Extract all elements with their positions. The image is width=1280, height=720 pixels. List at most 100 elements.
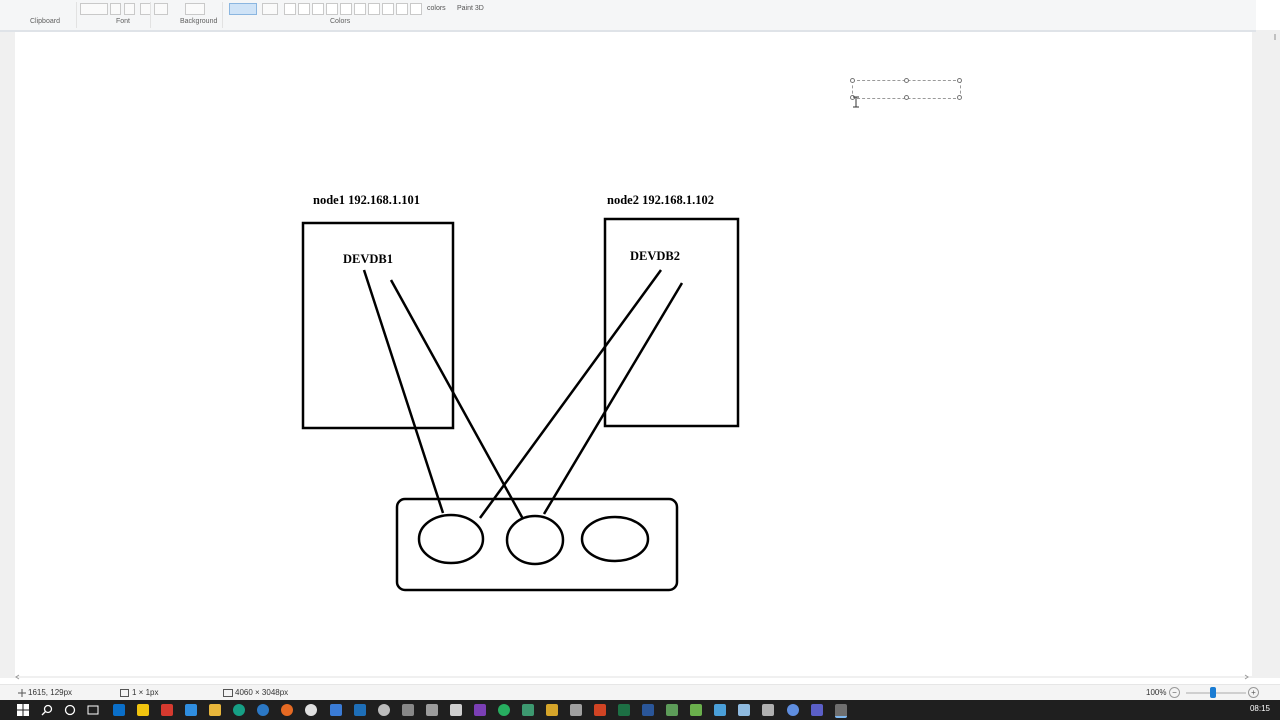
taskbar-clock[interactable]: 08:15: [1250, 704, 1270, 713]
strikethrough-button[interactable]: [154, 3, 168, 15]
firefox-icon[interactable]: [281, 704, 293, 716]
app-icon[interactable]: [738, 704, 750, 716]
resize-handle[interactable]: [904, 78, 909, 83]
zoom-out-icon[interactable]: −: [1169, 687, 1180, 698]
color-swatch[interactable]: [340, 3, 352, 15]
color-swatch[interactable]: [284, 3, 296, 15]
paint3d-button[interactable]: Paint 3D: [457, 5, 484, 12]
app-icon[interactable]: [185, 704, 197, 716]
app-icon[interactable]: [714, 704, 726, 716]
node1-header: node1 192.168.1.101: [313, 193, 420, 207]
group-divider: [150, 2, 151, 28]
chrome-icon[interactable]: [305, 704, 317, 716]
app-icon[interactable]: [570, 704, 582, 716]
size-button[interactable]: [229, 3, 257, 15]
disk-ellipse: [580, 515, 650, 563]
resize-handle[interactable]: [850, 78, 855, 83]
resize-handle[interactable]: [957, 95, 962, 100]
connection-line: [478, 269, 663, 519]
disk-ellipse: [417, 513, 485, 565]
color-swatch[interactable]: [396, 3, 408, 15]
group-divider: [222, 2, 223, 28]
connection-line: [542, 282, 684, 515]
color-swatch[interactable]: [298, 3, 310, 15]
color-swatch[interactable]: [410, 3, 422, 15]
color-swatch[interactable]: [368, 3, 380, 15]
selection-size-icon: [120, 689, 129, 697]
word-icon[interactable]: [642, 704, 654, 716]
zoom-in-icon[interactable]: +: [1248, 687, 1259, 698]
outlook-icon[interactable]: [113, 704, 125, 716]
zoom-slider-thumb[interactable]: [1210, 687, 1216, 698]
taskbar: 08:15: [0, 700, 1280, 720]
color-swatch[interactable]: [354, 3, 366, 15]
ribbon: colors Paint 3D Clipboard Font Backgroun…: [0, 0, 1256, 32]
connection-line: [389, 279, 525, 520]
app-icon[interactable]: [161, 704, 173, 716]
app-icon[interactable]: [330, 704, 342, 716]
group-label-clipboard: Clipboard: [30, 18, 60, 25]
text-cursor-icon: [853, 96, 859, 108]
app-icon[interactable]: [378, 704, 390, 716]
paste-button[interactable]: [80, 3, 108, 15]
edge-icon[interactable]: [233, 704, 245, 716]
group-divider: [76, 2, 77, 28]
app-icon[interactable]: [354, 704, 366, 716]
image-size-icon: [223, 689, 233, 697]
diagram: node1 192.168.1.101 node2 192.168.1.102 …: [301, 193, 740, 592]
windows-start-icon[interactable]: [17, 704, 29, 716]
bold-button[interactable]: [110, 3, 121, 15]
node1-db-label: DEVDB1: [343, 252, 393, 266]
color-swatch[interactable]: [382, 3, 394, 15]
search-icon[interactable]: [41, 704, 53, 716]
excel-icon[interactable]: [618, 704, 630, 716]
italic-button[interactable]: [124, 3, 135, 15]
group-label-colors: Colors: [330, 18, 351, 25]
sticky-notes-icon[interactable]: [137, 704, 149, 716]
color-swatch[interactable]: [312, 3, 324, 15]
teams-icon[interactable]: [811, 704, 823, 716]
paint-icon[interactable]: [835, 704, 847, 718]
app-icon[interactable]: [546, 704, 558, 716]
app-icon[interactable]: [690, 704, 702, 716]
fill-button[interactable]: [185, 3, 205, 15]
onenote-icon[interactable]: [474, 704, 486, 716]
app-icon[interactable]: [522, 704, 534, 716]
node2-db-label: DEVDB2: [630, 249, 680, 263]
zoom-level: 100%: [1146, 688, 1167, 697]
resize-handle[interactable]: [957, 78, 962, 83]
cursor-position-icon: [18, 689, 26, 697]
ribbon-controls: [0, 3, 1256, 15]
app-icon[interactable]: [787, 704, 799, 716]
vertical-scrollbar[interactable]: [1256, 30, 1280, 678]
group-label-background: Background: [180, 18, 218, 25]
acrobat-icon[interactable]: [594, 704, 606, 716]
disk-ellipse: [505, 514, 565, 566]
color1-button[interactable]: [262, 3, 278, 15]
app-icon[interactable]: [402, 704, 414, 716]
connection-line: [362, 269, 445, 514]
horizontal-scrollbar[interactable]: [15, 673, 1252, 681]
drawing-canvas[interactable]: node1 192.168.1.101 node2 192.168.1.102 …: [15, 32, 1252, 676]
cursor-position: 1615, 129px: [28, 688, 73, 697]
app-icon[interactable]: [426, 704, 438, 716]
status-bar: 1615, 129px 1 × 1px 4060 × 3048px 100% −…: [0, 684, 1280, 701]
image-size: 4060 × 3048px: [235, 688, 289, 697]
task-view-icon[interactable]: [87, 704, 99, 716]
storage-box: [395, 497, 679, 592]
file-explorer-icon[interactable]: [209, 704, 221, 716]
resize-handle[interactable]: [904, 95, 909, 100]
zoom-slider[interactable]: [1186, 692, 1246, 694]
edit-colors-label[interactable]: colors: [427, 5, 446, 12]
selection-size: 1 × 1px: [132, 688, 159, 697]
app-icon[interactable]: [450, 704, 462, 716]
color-swatch[interactable]: [326, 3, 338, 15]
canvas-area: node1 192.168.1.101 node2 192.168.1.102 …: [0, 32, 1256, 678]
ie-icon[interactable]: [257, 704, 269, 716]
app-icon[interactable]: [498, 704, 510, 716]
app-icon[interactable]: [666, 704, 678, 716]
cortana-icon[interactable]: [64, 704, 76, 716]
node2-header: node2 192.168.1.102: [607, 193, 714, 207]
app-icon[interactable]: [762, 704, 774, 716]
group-label-font: Font: [116, 18, 131, 25]
